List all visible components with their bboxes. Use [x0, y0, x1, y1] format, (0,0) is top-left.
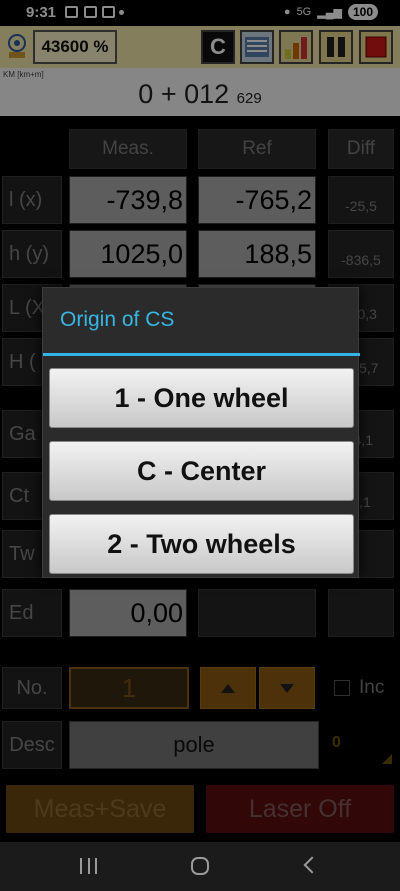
more-notifications-icon — [119, 10, 124, 15]
meas-save-button[interactable]: Meas+Save — [6, 785, 194, 833]
description-input[interactable]: pole — [69, 721, 319, 769]
notification-icon — [102, 6, 115, 18]
network-type: 5G — [296, 6, 312, 18]
diff-hy: -836,5 — [328, 230, 394, 278]
home-icon[interactable] — [191, 857, 209, 875]
ref-Ed[interactable] — [198, 589, 316, 637]
recents-icon[interactable] — [80, 858, 97, 874]
station-value: 0 + 012 629 — [0, 79, 400, 110]
option-center[interactable]: C - Center — [49, 441, 354, 501]
no-label: No. — [2, 667, 62, 709]
row-label-lx: l (x) — [2, 176, 62, 224]
row-label-hy: h (y) — [2, 230, 62, 278]
point-number-input[interactable]: 1 — [69, 667, 189, 709]
signal-icon: ▂▄▆ — [317, 6, 342, 19]
laser-off-button[interactable]: Laser Off — [206, 785, 394, 833]
desc-label: Desc — [2, 721, 62, 769]
status-right: ● 5G ▂▄▆ 100 — [284, 4, 378, 20]
battery-indicator: 100 — [347, 4, 378, 20]
inc-label: Inc — [359, 677, 385, 698]
arrow-up-icon — [221, 683, 235, 693]
header-diff: Diff — [328, 129, 394, 169]
back-icon[interactable] — [303, 856, 321, 874]
meas-lx: -739,8 — [69, 176, 187, 224]
status-time: 9:31 — [26, 4, 57, 21]
ref-lx[interactable]: -765,2 — [198, 176, 316, 224]
location-icon: ● — [283, 6, 291, 18]
station-unit-label: KM [km+m] — [3, 70, 44, 79]
antenna-icon[interactable] — [5, 34, 29, 60]
app-toolbar: 43600 % C — [0, 26, 400, 68]
option-two-wheels[interactable]: 2 - Two wheels — [49, 514, 354, 574]
meas-hy: 1025,0 — [69, 230, 187, 278]
status-bar: 9:31 ● 5G ▂▄▆ 100 — [0, 0, 400, 26]
row-label-Ed: Ed — [2, 589, 62, 637]
description-select[interactable]: 0 — [328, 726, 394, 766]
stop-icon[interactable] — [359, 30, 393, 64]
app-screen: 9:31 ● 5G ▂▄▆ 100 43600 % C KM [km+m] 0 … — [0, 0, 400, 891]
description-select-value: 0 — [332, 734, 341, 751]
decrement-button[interactable] — [259, 667, 315, 709]
station-display: KM [km+m] 0 + 012 629 — [0, 68, 400, 116]
chart-icon[interactable] — [279, 30, 313, 64]
pause-icon[interactable] — [319, 30, 353, 64]
meas-Ed: 0,00 — [69, 589, 187, 637]
dialog-title: Origin of CS — [60, 308, 175, 331]
message-icon — [84, 6, 97, 18]
station-main: 0 + 012 — [138, 79, 230, 109]
screenshot-icon — [65, 6, 78, 18]
list-icon[interactable] — [240, 30, 274, 64]
header-meas: Meas. — [69, 129, 187, 169]
origin-dialog: Origin of CS 1 - One wheel C - Center 2 … — [42, 287, 360, 578]
ref-hy[interactable]: 188,5 — [198, 230, 316, 278]
option-one-wheel[interactable]: 1 - One wheel — [49, 368, 354, 428]
increment-button[interactable] — [200, 667, 256, 709]
diff-lx: -25,5 — [328, 176, 394, 224]
c-button[interactable]: C — [201, 30, 235, 64]
arrow-down-icon — [280, 683, 294, 693]
system-nav-bar — [0, 842, 400, 891]
inc-checkbox[interactable] — [334, 680, 350, 696]
signal-percent: 43600 % — [33, 30, 117, 64]
station-sub: 629 — [236, 90, 262, 107]
dialog-divider — [43, 353, 360, 356]
header-ref: Ref — [198, 129, 316, 169]
dropdown-corner-icon — [382, 754, 392, 764]
diff-Ed — [328, 589, 394, 637]
